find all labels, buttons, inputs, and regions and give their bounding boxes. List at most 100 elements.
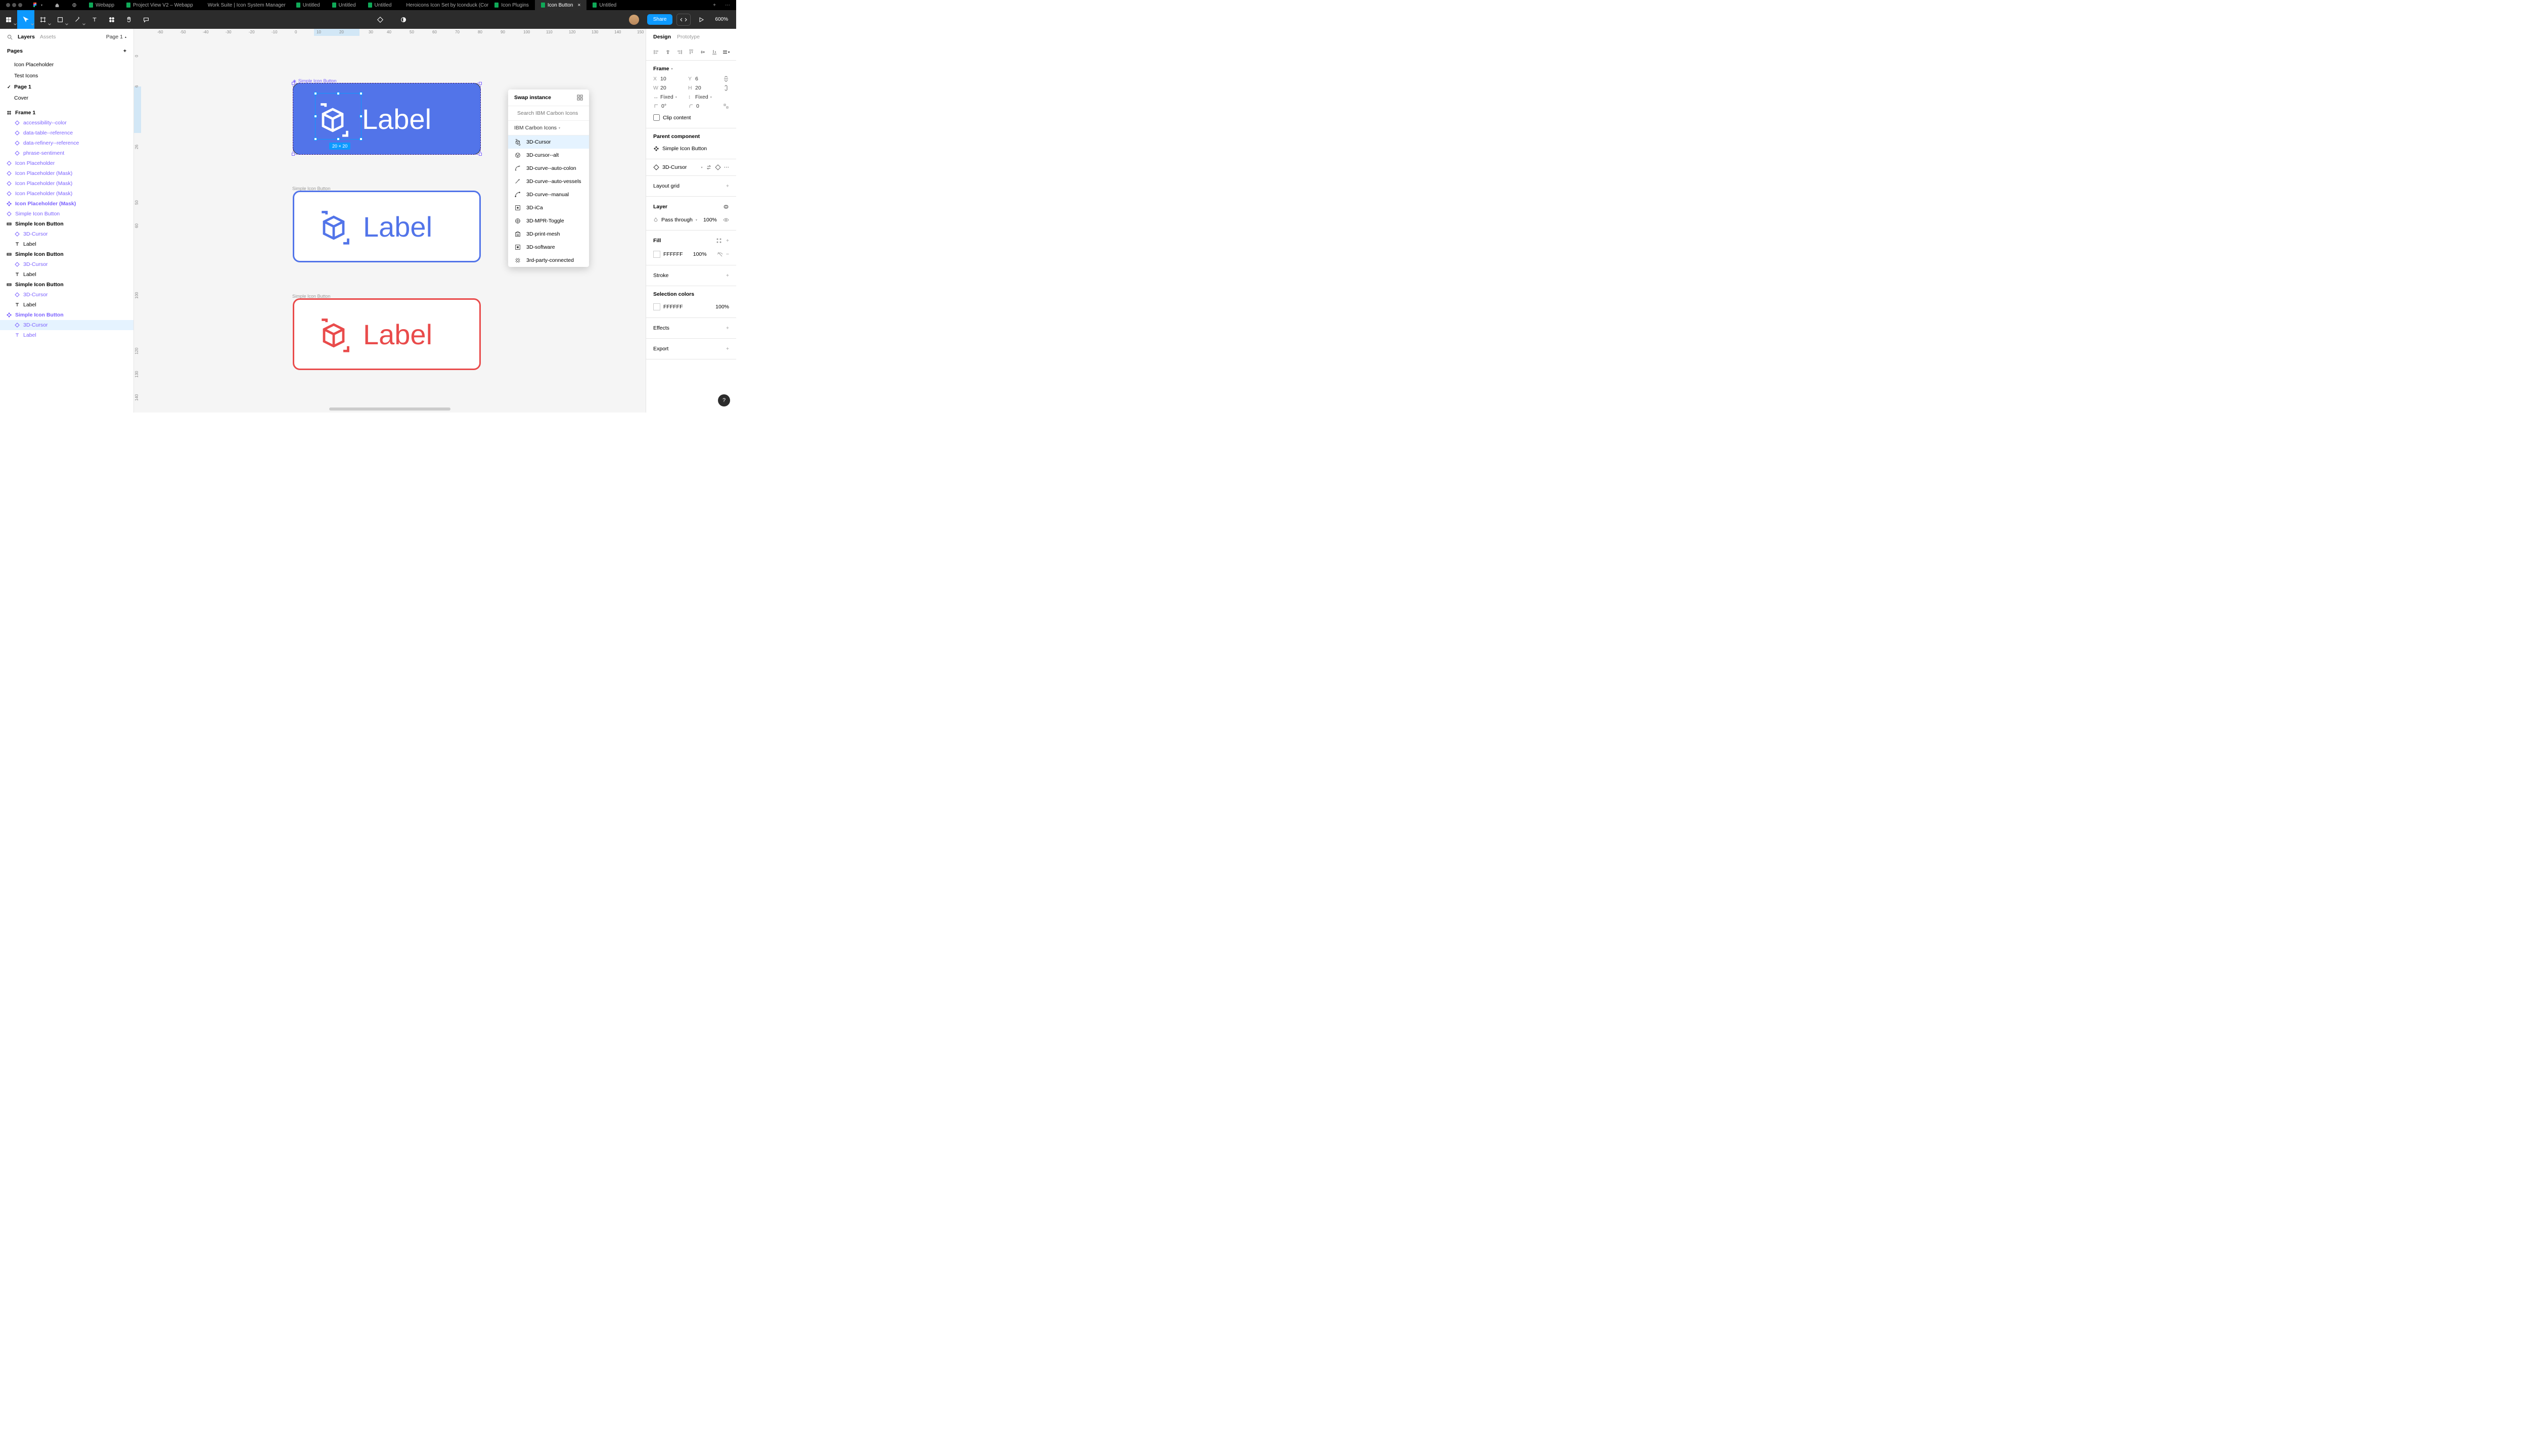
layer-row[interactable]: data-table--reference	[0, 128, 133, 138]
search-icon[interactable]	[7, 34, 13, 40]
swap-instance-item[interactable]: 3D-software	[508, 241, 589, 254]
file-tab[interactable]: Untitled	[362, 0, 398, 10]
resources-tool[interactable]	[103, 10, 120, 29]
layer-row[interactable]: Label	[0, 269, 133, 280]
main-menu[interactable]	[0, 10, 17, 29]
mask-toggle[interactable]	[395, 10, 412, 29]
file-tab[interactable]: Untitled	[586, 0, 622, 10]
parent-component-link[interactable]: Simple Icon Button	[653, 144, 729, 154]
add-effect[interactable]: +	[726, 325, 729, 331]
swap-instance-item[interactable]: 3D-MPR-Toggle	[508, 214, 589, 228]
radius-field[interactable]: 0	[688, 103, 719, 109]
layers-tab[interactable]: Layers	[18, 34, 35, 40]
layer-row[interactable]: Simple Icon Button	[0, 249, 133, 259]
layer-row[interactable]: phrase-sentiment	[0, 148, 133, 158]
more-icon[interactable]: ⋯	[724, 164, 730, 170]
independent-corners-icon[interactable]	[723, 103, 729, 109]
prototype-tab[interactable]: Prototype	[677, 34, 700, 40]
canvas[interactable]: -60-50-40-30-20-100102030405060708090100…	[134, 29, 646, 413]
layer-row[interactable]: Icon Placeholder	[0, 158, 133, 168]
fill-swatch[interactable]	[653, 251, 660, 258]
layer-row[interactable]: Icon Placeholder (Mask)	[0, 178, 133, 189]
page-item[interactable]: Test Icons	[0, 70, 133, 81]
tidy-up[interactable]: ▾	[720, 47, 731, 57]
layer-row[interactable]: data-refinery--reference	[0, 138, 133, 148]
layer-row[interactable]: 3D-Cursor	[0, 259, 133, 269]
h-field[interactable]: H20	[688, 85, 719, 91]
swap-instance-item[interactable]: 3rd-party-connected	[508, 254, 589, 267]
x-field[interactable]: X10	[653, 76, 684, 82]
layer-row[interactable]: Label	[0, 300, 133, 310]
layer-row[interactable]: Simple Icon Button	[0, 280, 133, 290]
share-button[interactable]: Share	[647, 14, 673, 25]
layer-row[interactable]: Icon Placeholder (Mask)	[0, 168, 133, 178]
comment-tool[interactable]	[138, 10, 155, 29]
page-item[interactable]: Cover	[0, 93, 133, 104]
add-export[interactable]: +	[726, 346, 729, 352]
blend-mode-dropdown[interactable]: Pass through▾	[653, 217, 697, 223]
user-avatar[interactable]	[629, 15, 639, 25]
canvas-button-instance[interactable]: Label	[293, 191, 481, 262]
fill-hex[interactable]: FFFFFF	[663, 251, 683, 257]
file-tab[interactable]: Untitled	[290, 0, 326, 10]
file-tab[interactable]: Work Suite | Icon System Manager	[199, 0, 290, 10]
layer-row[interactable]: 3D-Cursor	[0, 320, 133, 330]
w-field[interactable]: W20	[653, 85, 684, 91]
frame-section-title[interactable]: Frame▾	[653, 66, 729, 72]
file-tab[interactable]: Webapp	[83, 0, 120, 10]
layer-row[interactable]: Icon Placeholder (Mask)	[0, 199, 133, 209]
help-button[interactable]: ?	[718, 394, 730, 406]
text-tool[interactable]	[86, 10, 103, 29]
clip-content-checkbox[interactable]: Clip content	[653, 114, 691, 121]
library-selector[interactable]: IBM Carbon Icons▾	[508, 121, 589, 135]
align-vcenter[interactable]	[697, 47, 708, 57]
swap-search-input[interactable]	[517, 110, 585, 116]
layer-row[interactable]: Frame 1	[0, 108, 133, 118]
swap-instance-item[interactable]: 3D-cursor--alt	[508, 149, 589, 162]
move-tool[interactable]	[17, 10, 34, 29]
layer-row[interactable]: accessibility--color	[0, 118, 133, 128]
swap-instance-item[interactable]: 3D-iCa	[508, 201, 589, 214]
present-button[interactable]	[695, 14, 709, 26]
visibility-icon[interactable]	[723, 217, 729, 223]
v-resize[interactable]: ↕Fixed▾	[688, 94, 719, 100]
file-tab[interactable]: Project View V2 – Webapp	[120, 0, 199, 10]
community-tab[interactable]	[66, 0, 83, 10]
hand-tool[interactable]	[120, 10, 138, 29]
fill-opacity[interactable]: 100%	[693, 251, 707, 257]
window-controls[interactable]	[2, 3, 26, 7]
overflow-menu[interactable]: ⋯	[721, 3, 734, 8]
file-tab[interactable]: Heroicons Icon Set by Iconduck (Cor	[397, 0, 488, 10]
file-tab[interactable]: Untitled	[326, 0, 362, 10]
instance-dropdown[interactable]: 3D-Cursor	[662, 164, 698, 170]
file-tab[interactable]: Icon Button×	[535, 0, 586, 10]
home-tab[interactable]	[49, 0, 66, 10]
assets-tab[interactable]: Assets	[40, 34, 56, 40]
frame-tool[interactable]	[34, 10, 52, 29]
file-tab[interactable]: Icon Plugins	[488, 0, 534, 10]
y-field[interactable]: Y6	[688, 76, 719, 82]
rotation-field[interactable]: 0°	[653, 103, 684, 109]
add-layout-grid[interactable]: +	[726, 183, 729, 189]
scrollbar-horizontal[interactable]	[329, 407, 450, 411]
grid-view-icon[interactable]	[577, 95, 583, 101]
sel-color-opacity[interactable]: 100%	[715, 304, 729, 310]
layer-row[interactable]: Label	[0, 330, 133, 340]
swap-instance-item[interactable]: 3D-curve--auto-colon	[508, 162, 589, 175]
sel-color-hex[interactable]: FFFFFF	[663, 304, 683, 310]
hidden-icon[interactable]	[717, 251, 723, 257]
canvas-button-instance[interactable]: Label	[293, 298, 481, 370]
remove-fill[interactable]: −	[726, 251, 729, 257]
add-stroke[interactable]: +	[726, 272, 729, 279]
design-tab[interactable]: Design	[653, 34, 671, 40]
align-hcenter[interactable]	[663, 47, 673, 57]
page-item[interactable]: Page 1	[0, 81, 133, 93]
component-controls[interactable]	[372, 10, 389, 29]
swap-icon[interactable]	[706, 164, 712, 170]
add-fill[interactable]: +	[726, 238, 729, 244]
layer-row[interactable]: Simple Icon Button	[0, 219, 133, 229]
layer-row[interactable]: Simple Icon Button	[0, 209, 133, 219]
constrain-proportions-icon[interactable]	[723, 85, 729, 91]
add-page-button[interactable]: +	[123, 48, 126, 54]
sel-color-swatch[interactable]	[653, 303, 660, 310]
